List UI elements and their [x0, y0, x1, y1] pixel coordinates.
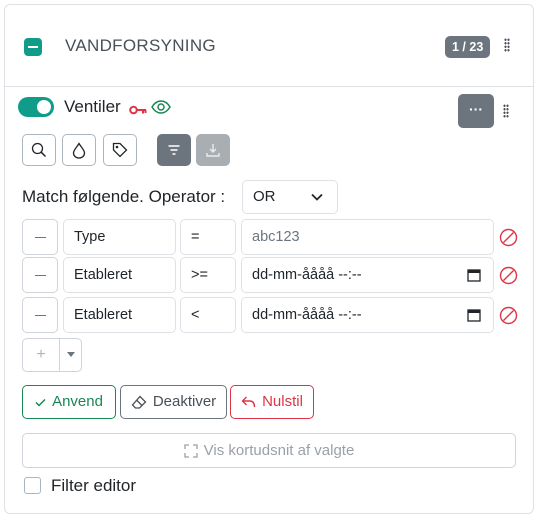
chevron-down-icon: [311, 193, 323, 201]
layer-row: Ventiler ···: [18, 94, 518, 130]
remove-condition-button[interactable]: [22, 297, 58, 333]
key-icon: [129, 102, 147, 120]
filter-value: abc123: [252, 229, 300, 245]
deactivate-button[interactable]: Deaktiver: [120, 385, 227, 419]
zoom-label: Vis kortudsnit af valgte: [203, 442, 355, 459]
operator-select[interactable]: OR: [242, 180, 338, 214]
layer-toggle[interactable]: [18, 97, 54, 117]
eraser-icon: [131, 395, 147, 409]
apply-button[interactable]: Anvend: [22, 385, 116, 419]
label-button[interactable]: [103, 134, 137, 166]
fullscreen-icon: [184, 443, 198, 458]
remove-condition-button[interactable]: [22, 257, 58, 293]
match-label: Match følgende. Operator :: [22, 187, 226, 206]
more-options-button[interactable]: ···: [458, 94, 494, 128]
filter-operator[interactable]: <: [180, 297, 236, 333]
style-button[interactable]: [62, 134, 96, 166]
clear-condition-icon[interactable]: [499, 306, 518, 330]
add-condition-group: +: [22, 338, 82, 372]
filter-value: dd-mm-åååå --:--: [252, 267, 362, 283]
remove-condition-button[interactable]: [22, 219, 58, 255]
layer-name: Ventiler: [64, 97, 121, 116]
apply-label: Anvend: [52, 393, 103, 410]
add-condition-dropdown[interactable]: [59, 339, 81, 371]
undo-icon: [241, 396, 256, 408]
filter-row: Etableret < dd-mm-åååå --:--: [22, 297, 522, 333]
filter-field[interactable]: Etableret: [63, 297, 176, 333]
drag-handle-icon[interactable]: [504, 38, 510, 52]
calendar-icon[interactable]: [467, 308, 481, 322]
group-title: VANDFORSYNING: [65, 36, 216, 55]
drop-icon: [72, 141, 86, 159]
filter-value: dd-mm-åååå --:--: [252, 307, 362, 323]
reset-label: Nulstil: [262, 393, 303, 410]
zoom-to-selection-button[interactable]: Vis kortudsnit af valgte: [22, 433, 516, 468]
clear-condition-icon[interactable]: [499, 266, 518, 290]
filter-editor-label: Filter editor: [51, 476, 137, 495]
filter-icon: [168, 145, 180, 155]
calendar-icon[interactable]: [467, 268, 481, 282]
add-condition-button[interactable]: +: [23, 339, 59, 371]
filter-field[interactable]: Type: [63, 219, 176, 255]
filter-value-input[interactable]: abc123: [241, 219, 494, 255]
clear-condition-icon[interactable]: [499, 228, 518, 252]
filter-operator[interactable]: =: [180, 219, 236, 255]
deactivate-label: Deaktiver: [152, 393, 217, 410]
filter-operator[interactable]: >=: [180, 257, 236, 293]
reset-button[interactable]: Nulstil: [230, 385, 314, 419]
download-button[interactable]: [196, 134, 230, 166]
group-header: VANDFORSYNING 1 / 23: [5, 5, 533, 87]
check-icon: [35, 398, 46, 407]
download-icon: [206, 144, 220, 157]
search-icon: [31, 142, 47, 158]
drag-handle-icon[interactable]: [503, 104, 509, 118]
filter-editor-checkbox[interactable]: [24, 477, 41, 494]
eye-icon[interactable]: [151, 100, 171, 119]
filter-field[interactable]: Etableret: [63, 257, 176, 293]
layer-count-badge: 1 / 23: [445, 36, 491, 58]
group-checkbox[interactable]: [24, 38, 42, 56]
filter-value-input[interactable]: dd-mm-åååå --:--: [241, 257, 494, 293]
search-button[interactable]: [22, 134, 56, 166]
filter-value-input[interactable]: dd-mm-åååå --:--: [241, 297, 494, 333]
filter-row: Type = abc123: [22, 219, 522, 255]
filter-row: Etableret >= dd-mm-åååå --:--: [22, 257, 522, 293]
filter-button[interactable]: [157, 134, 191, 166]
operator-value: OR: [253, 188, 276, 205]
tag-icon: [112, 142, 128, 158]
